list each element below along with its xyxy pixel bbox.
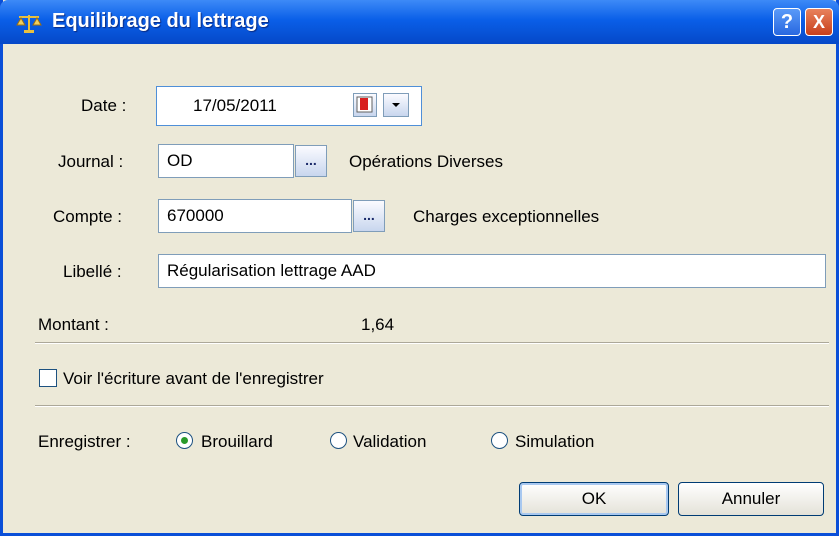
radio-brouillard[interactable]	[176, 432, 193, 449]
journal-browse-button[interactable]: ...	[295, 145, 327, 177]
radio-validation[interactable]	[330, 432, 347, 449]
help-button[interactable]: ?	[773, 8, 801, 36]
radio-simulation[interactable]	[491, 432, 508, 449]
libelle-field[interactable]: Régularisation lettrage AAD	[158, 254, 826, 288]
compte-label: Compte :	[53, 207, 122, 226]
radio-selected-dot	[181, 437, 188, 444]
chevron-down-icon[interactable]	[383, 93, 409, 117]
ok-button[interactable]: OK	[519, 482, 669, 516]
calendar-icon[interactable]	[353, 93, 377, 117]
montant-label: Montant :	[38, 315, 109, 334]
dialog-window: Equilibrage du lettrage ? X Date : 17/05…	[0, 0, 839, 536]
separator	[35, 342, 829, 344]
title-bar[interactable]: Equilibrage du lettrage ? X	[0, 0, 839, 44]
separator	[35, 405, 829, 407]
compte-field[interactable]: 670000	[158, 199, 352, 233]
montant-value: 1,64	[361, 315, 395, 334]
cancel-button[interactable]: Annuler	[678, 482, 824, 516]
voir-ecriture-checkbox[interactable]	[39, 369, 57, 387]
libelle-label: Libellé :	[63, 262, 122, 281]
compte-description: Charges exceptionnelles	[413, 207, 600, 226]
balance-scale-icon	[16, 12, 42, 34]
date-label: Date :	[81, 96, 127, 115]
close-button[interactable]: X	[805, 8, 833, 36]
date-picker[interactable]: 17/05/2011	[156, 86, 422, 126]
journal-label: Journal :	[58, 152, 124, 171]
radio-validation-label[interactable]: Validation	[353, 432, 426, 452]
journal-field[interactable]: OD	[158, 144, 294, 178]
window-title: Equilibrage du lettrage	[52, 10, 269, 32]
enregistrer-label: Enregistrer :	[38, 432, 131, 451]
voir-ecriture-label[interactable]: Voir l'écriture avant de l'enregistrer	[63, 369, 324, 389]
compte-browse-button[interactable]: ...	[353, 200, 385, 232]
radio-simulation-label[interactable]: Simulation	[515, 432, 594, 452]
journal-description: Opérations Diverses	[349, 152, 504, 171]
date-field[interactable]: 17/05/2011	[193, 96, 277, 116]
radio-brouillard-label[interactable]: Brouillard	[201, 432, 273, 452]
